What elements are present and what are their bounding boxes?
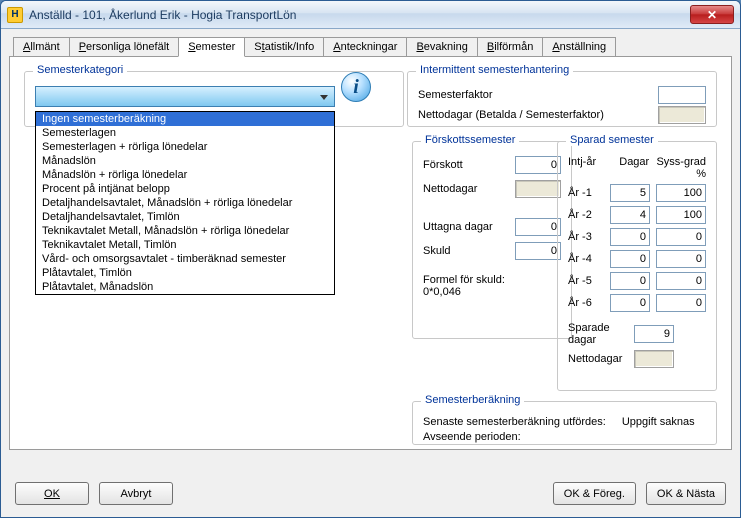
- dropdown-option[interactable]: Procent på intjänat belopp: [36, 182, 334, 196]
- input-syssgrad[interactable]: [656, 206, 706, 224]
- group-intermittent: Intermittent semesterhantering Semesterf…: [407, 71, 717, 127]
- input-dagar[interactable]: [610, 294, 650, 312]
- year-label: År -1: [568, 187, 604, 199]
- sparad-year-row: År -6: [568, 294, 706, 312]
- group-forskott: Förskottssemester Förskott Nettodagar Ut…: [412, 141, 572, 339]
- dropdown-option[interactable]: Semesterlagen: [36, 126, 334, 140]
- label-nettodagar-for: Nettodagar: [423, 183, 477, 195]
- info-icon[interactable]: i: [341, 72, 371, 102]
- input-dagar[interactable]: [610, 184, 650, 202]
- year-label: År -5: [568, 275, 604, 287]
- tab-anteckningar[interactable]: Anteckningar: [323, 37, 407, 57]
- tab-personliga-l-nef-lt[interactable]: Personliga lönefält: [69, 37, 180, 57]
- sparad-year-row: År -1: [568, 184, 706, 202]
- label-formel: Formel för skuld:: [423, 274, 561, 286]
- value-formel: 0*0,046: [423, 286, 561, 298]
- dropdown-option[interactable]: Teknikavtalet Metall, Månadslön + rörlig…: [36, 224, 334, 238]
- tab-strip: AllmäntPersonliga lönefältSemesterStatis…: [9, 37, 732, 57]
- year-label: År -3: [568, 231, 604, 243]
- label-senaste: Senaste semesterberäkning utfördes:: [423, 416, 606, 428]
- close-button[interactable]: ✕: [690, 5, 734, 24]
- input-syssgrad[interactable]: [656, 272, 706, 290]
- tab-panel-semester: Semesterkategori i Intermittent semester…: [9, 56, 732, 450]
- ok-foreg-button[interactable]: OK & Föreg.: [553, 482, 636, 505]
- dropdown-option[interactable]: Detaljhandelsavtalet, Månadslön + rörlig…: [36, 196, 334, 210]
- label-nettodagar-inter: Nettodagar (Betalda / Semesterfaktor): [418, 109, 604, 121]
- semesterkategori-combo[interactable]: [35, 86, 335, 107]
- label-skuld: Skuld: [423, 245, 451, 257]
- readonly-nettodagar-spar: [634, 350, 674, 368]
- dropdown-option[interactable]: Månadslön: [36, 154, 334, 168]
- group-legend: Förskottssemester: [421, 134, 519, 146]
- input-dagar[interactable]: [610, 206, 650, 224]
- client-area: AllmäntPersonliga lönefältSemesterStatis…: [1, 29, 740, 517]
- label-avseende: Avseende perioden:: [423, 431, 521, 443]
- year-label: År -6: [568, 297, 604, 309]
- group-legend: Sparad semester: [566, 134, 658, 146]
- col-dagar: Dagar: [612, 156, 650, 180]
- label-uttagna: Uttagna dagar: [423, 221, 493, 233]
- dropdown-option[interactable]: Semesterlagen + rörliga lönedelar: [36, 140, 334, 154]
- col-syss: Syss-grad %: [655, 156, 706, 180]
- button-bar: OK Avbryt OK & Föreg. OK & Nästa: [15, 482, 726, 505]
- avbryt-button[interactable]: Avbryt: [99, 482, 173, 505]
- group-semesterberakning: Semesterberäkning Senaste semesterberäkn…: [412, 401, 717, 445]
- tab-bevakning[interactable]: Bevakning: [406, 37, 477, 57]
- label-sparade-dagar: Sparade dagar: [568, 322, 628, 346]
- dropdown-option[interactable]: Detaljhandelsavtalet, Timlön: [36, 210, 334, 224]
- readonly-nettodagar-inter: [658, 106, 706, 124]
- value-senaste: Uppgift saknas: [622, 416, 695, 428]
- input-syssgrad[interactable]: [656, 184, 706, 202]
- input-semesterfaktor[interactable]: [658, 86, 706, 104]
- label-semesterfaktor: Semesterfaktor: [418, 89, 493, 101]
- label-forskott: Förskott: [423, 159, 463, 171]
- app-window: H Anställd - 101, Åkerlund Erik - Hogia …: [0, 0, 741, 518]
- group-legend: Intermittent semesterhantering: [416, 64, 573, 76]
- year-label: År -4: [568, 253, 604, 265]
- window-title: Anställd - 101, Åkerlund Erik - Hogia Tr…: [29, 8, 296, 22]
- sparad-year-row: År -3: [568, 228, 706, 246]
- dropdown-option[interactable]: Vård- och omsorgsavtalet - timberäknad s…: [36, 252, 334, 266]
- tab-allm-nt[interactable]: Allmänt: [13, 37, 70, 57]
- input-syssgrad[interactable]: [656, 250, 706, 268]
- input-syssgrad[interactable]: [656, 294, 706, 312]
- group-sparad: Sparad semester Intj-år Dagar Syss-grad …: [557, 141, 717, 391]
- ok-nasta-button[interactable]: OK & Nästa: [646, 482, 726, 505]
- input-uttagna[interactable]: [515, 218, 561, 236]
- input-syssgrad[interactable]: [656, 228, 706, 246]
- tab-statistik-info[interactable]: Statistik/Info: [244, 37, 324, 57]
- dropdown-option[interactable]: Månadslön + rörliga lönedelar: [36, 168, 334, 182]
- tab-semester[interactable]: Semester: [178, 37, 245, 57]
- label-nettodagar-spar: Nettodagar: [568, 353, 628, 365]
- titlebar: H Anställd - 101, Åkerlund Erik - Hogia …: [1, 1, 740, 29]
- dropdown-option[interactable]: Plåtavtalet, Timlön: [36, 266, 334, 280]
- app-icon: H: [7, 7, 23, 23]
- input-skuld[interactable]: [515, 242, 561, 260]
- year-label: År -2: [568, 209, 604, 221]
- sparad-year-row: År -5: [568, 272, 706, 290]
- dropdown-option[interactable]: Ingen semesterberäkning: [36, 112, 334, 126]
- input-dagar[interactable]: [610, 272, 650, 290]
- col-intjar: Intj-år: [568, 156, 606, 180]
- tab-bilf-rm-n[interactable]: Bilförmån: [477, 37, 543, 57]
- sparad-year-row: År -2: [568, 206, 706, 224]
- group-legend: Semesterberäkning: [421, 394, 524, 406]
- readonly-nettodagar-for: [515, 180, 561, 198]
- input-forskott[interactable]: [515, 156, 561, 174]
- dropdown-option[interactable]: Teknikavtalet Metall, Timlön: [36, 238, 334, 252]
- input-dagar[interactable]: [610, 228, 650, 246]
- semesterkategori-dropdown[interactable]: Ingen semesterberäkningSemesterlagenSeme…: [35, 111, 335, 295]
- input-dagar[interactable]: [610, 250, 650, 268]
- group-legend: Semesterkategori: [33, 64, 127, 76]
- dropdown-option[interactable]: Plåtavtalet, Månadslön: [36, 280, 334, 294]
- tab-anst-llning[interactable]: Anställning: [542, 37, 616, 57]
- sparad-year-row: År -4: [568, 250, 706, 268]
- ok-button[interactable]: OK: [15, 482, 89, 505]
- readonly-sparade-dagar: [634, 325, 674, 343]
